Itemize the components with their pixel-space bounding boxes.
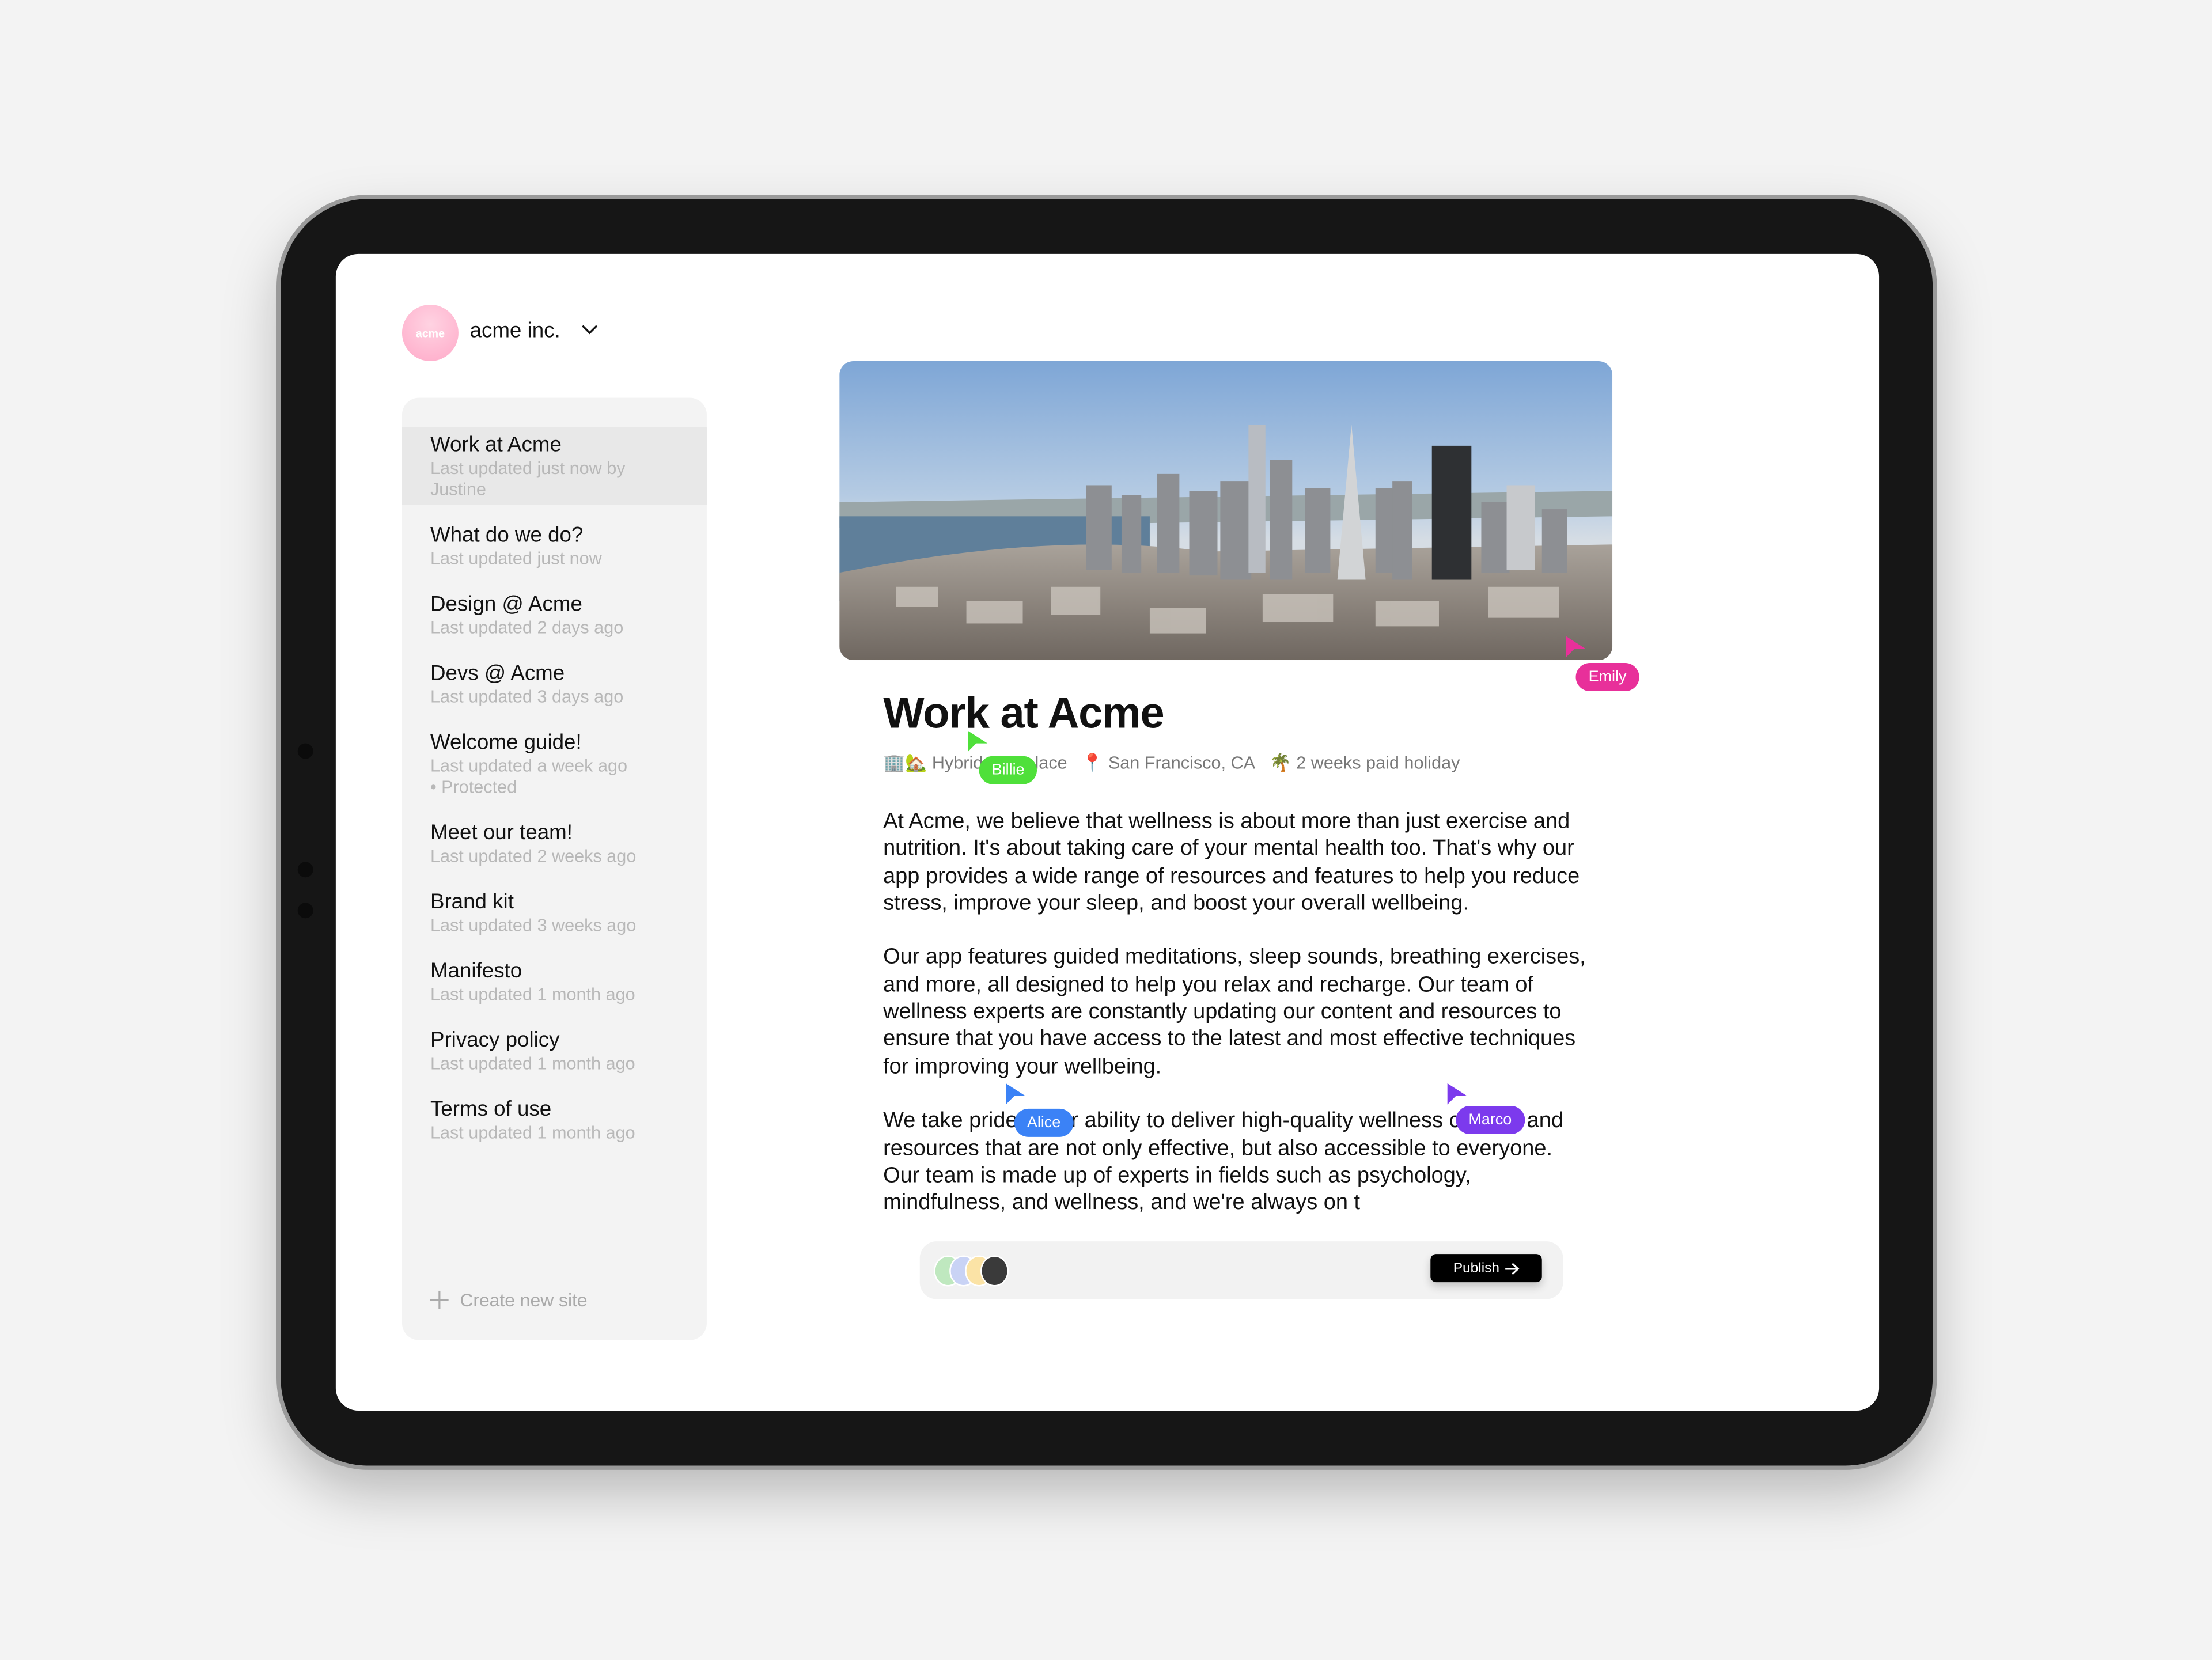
cursor-label-emily: Emily: [1575, 663, 1639, 692]
sidebar-item-meet-our-team[interactable]: Meet our team! Last updated 2 weeks ago: [402, 816, 707, 872]
item-subtitle: Last updated just now: [430, 548, 602, 569]
palm-tree-icon: 🌴: [1269, 753, 1291, 774]
page-body[interactable]: At Acme, we believe that wellness is abo…: [883, 808, 1589, 1269]
location-meta: 📍 San Francisco, CA: [1081, 753, 1255, 775]
sidebar-item-devs[interactable]: Devs @ Acme Last updated 3 days ago: [402, 656, 707, 712]
sidebar-item-work-at-acme[interactable]: Work at Acme Last updated just now by Ju…: [402, 427, 707, 505]
cursor-billie-icon: [968, 730, 988, 752]
pin-icon: 📍: [1081, 753, 1104, 774]
org-name[interactable]: acme inc.: [470, 319, 560, 343]
sidebar-item-design[interactable]: Design @ Acme Last updated 2 days ago: [402, 587, 707, 643]
org-logo[interactable]: acme: [402, 304, 459, 361]
item-subtitle: Last updated 3 days ago: [430, 687, 624, 707]
cursor-marco-icon: [1447, 1083, 1467, 1105]
item-subtitle: Last updated 1 month ago: [430, 1053, 635, 1074]
item-title: Manifesto: [430, 959, 522, 983]
sidebar-item-brand-kit[interactable]: Brand kit Last updated 3 weeks ago: [402, 885, 707, 941]
item-subtitle: Last updated 2 weeks ago: [430, 846, 637, 866]
cursor-alice-icon: [1006, 1083, 1026, 1105]
item-subtitle: Last updated 1 month ago: [430, 1123, 635, 1143]
create-new-site-button[interactable]: Create new site: [430, 1289, 588, 1310]
side-dot: [297, 903, 313, 919]
item-title: Brand kit: [430, 890, 514, 914]
create-label: Create new site: [460, 1289, 588, 1311]
location-text: San Francisco, CA: [1108, 753, 1256, 774]
workplace-meta: 🏢🏡 Hybrid workplace: [883, 753, 1067, 775]
sidebar: Work at Acme Last updated just now by Ju…: [402, 397, 707, 1340]
item-title: Welcome guide!: [430, 730, 582, 755]
sidebar-item-welcome-guide[interactable]: Welcome guide! Last updated a week ago •…: [402, 725, 707, 803]
sidebar-item-what-do-we-do[interactable]: What do we do? Last updated just now: [402, 518, 707, 574]
protected-badge: • Protected: [430, 777, 517, 797]
side-dot: [297, 862, 313, 878]
screen: acme acme inc. Work at Acme Last updated…: [335, 253, 1880, 1411]
paragraph[interactable]: At Acme, we believe that wellness is abo…: [883, 808, 1589, 917]
sidebar-item-terms-of-use[interactable]: Terms of use Last updated 1 month ago: [402, 1092, 707, 1149]
plus-icon: [430, 1290, 449, 1309]
hero-image: [839, 361, 1613, 661]
sidebar-item-manifesto[interactable]: Manifesto Last updated 1 month ago: [402, 954, 707, 1010]
item-title: Design @ Acme: [430, 592, 582, 617]
item-title: What do we do?: [430, 523, 584, 548]
item-subtitle: Last updated 3 weeks ago: [430, 915, 637, 935]
arrow-right-icon: [1505, 1262, 1520, 1274]
page-meta: 🏢🏡 Hybrid workplace 📍 San Francisco, CA …: [883, 753, 1460, 775]
cursor-label-alice: Alice: [1014, 1108, 1074, 1137]
bottom-toolbar: Publish: [919, 1241, 1563, 1299]
collaborator-avatar[interactable]: [980, 1255, 1009, 1287]
item-subtitle: Last updated just now by Justine: [430, 458, 626, 499]
item-subtitle: Last updated 1 month ago: [430, 984, 635, 1005]
item-title: Privacy policy: [430, 1028, 560, 1052]
item-subtitle: Last updated 2 days ago: [430, 617, 624, 638]
item-title: Terms of use: [430, 1097, 552, 1121]
camera-dot: [297, 743, 313, 759]
holiday-text: 2 weeks paid holiday: [1296, 753, 1460, 774]
publish-label: Publish: [1453, 1260, 1500, 1276]
chevron-down-icon[interactable]: [581, 320, 598, 340]
item-title: Meet our team!: [430, 821, 573, 845]
cursor-emily-icon: [1566, 636, 1586, 658]
cursor-label-billie: Billie: [979, 756, 1037, 784]
item-title: Devs @ Acme: [430, 661, 565, 686]
sidebar-item-privacy-policy[interactable]: Privacy policy Last updated 1 month ago: [402, 1023, 707, 1079]
page-title[interactable]: Work at Acme: [883, 688, 1165, 739]
holiday-meta: 🌴 2 weeks paid holiday: [1270, 753, 1460, 775]
item-title: Work at Acme: [430, 433, 562, 457]
paragraph[interactable]: Our app features guided meditations, sle…: [883, 945, 1589, 1081]
item-subtitle: Last updated a week ago: [430, 756, 628, 776]
cursor-label-marco: Marco: [1456, 1106, 1525, 1134]
publish-button[interactable]: Publish: [1430, 1254, 1542, 1283]
office-home-icon: 🏢🏡: [883, 753, 927, 774]
